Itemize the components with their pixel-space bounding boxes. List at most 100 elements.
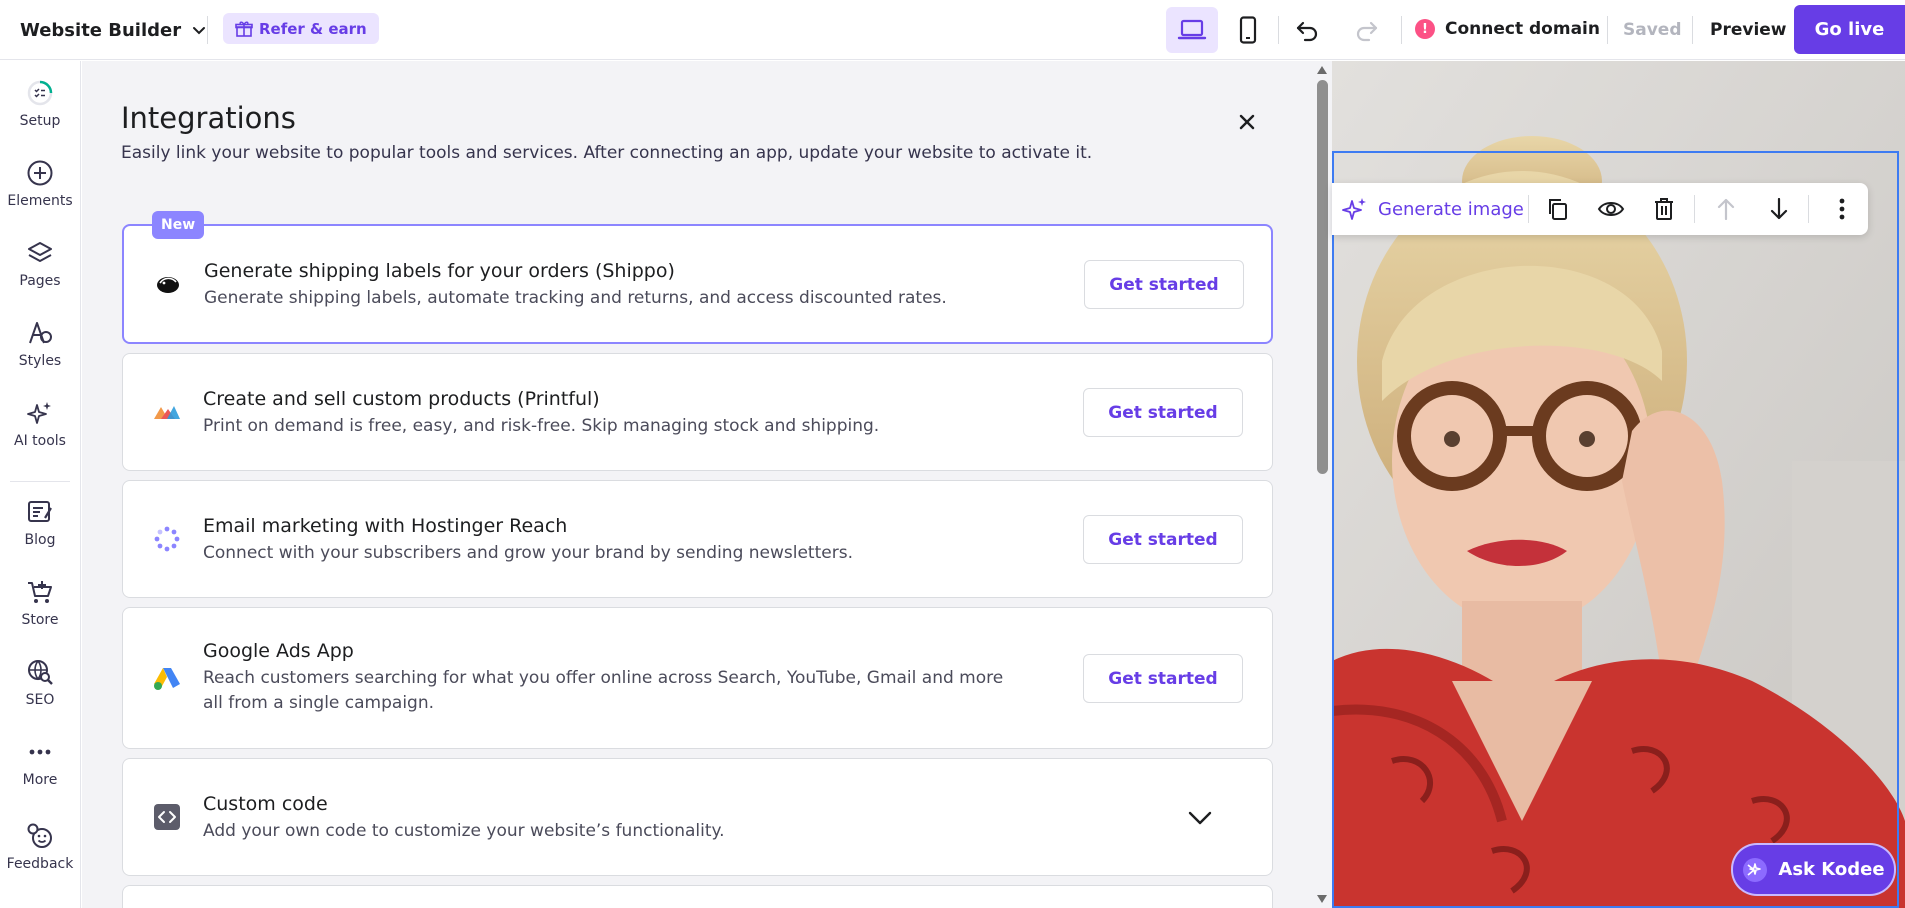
chevron-down-icon (193, 27, 206, 35)
card-description: Add your own code to customize your webs… (203, 821, 725, 841)
expand-button[interactable] (1185, 803, 1215, 833)
new-badge: New (152, 211, 205, 239)
arrow-down-icon (1770, 198, 1788, 220)
sidebar-divider (10, 481, 70, 482)
code-icon (153, 803, 181, 831)
sidebar-item-label: Setup (19, 113, 61, 129)
card-description: Generate shipping labels, automate track… (204, 288, 947, 308)
close-icon (1239, 114, 1255, 130)
sidebar-item-styles[interactable]: Styles (0, 319, 80, 369)
get-started-button[interactable]: Get started (1083, 654, 1243, 703)
sidebar-item-pages[interactable]: Pages (0, 239, 80, 289)
duplicate-button[interactable] (1542, 193, 1574, 225)
refer-earn-button[interactable]: Refer & earn (223, 13, 379, 44)
divider (1278, 16, 1279, 44)
undo-button[interactable] (1290, 13, 1324, 47)
plus-circle-icon (27, 160, 53, 186)
get-started-button[interactable]: Get started (1083, 515, 1243, 564)
sidebar-item-label: Store (21, 612, 59, 628)
generate-image-button[interactable]: Generate image (1342, 193, 1524, 225)
ask-kodee-button[interactable]: Ask Kodee (1733, 845, 1894, 894)
integration-card-printful: Create and sell custom products (Printfu… (122, 353, 1273, 471)
sidebar-item-setup[interactable]: Setup (0, 79, 80, 129)
trash-icon (1655, 198, 1673, 220)
sidebar-item-feedback[interactable]: Feedback (0, 822, 80, 872)
mobile-view-button[interactable] (1222, 7, 1274, 53)
card-description: Reach customers searching for what you o… (203, 668, 1004, 713)
card-title: Google Ads App (203, 640, 354, 662)
more-horizontal-icon (29, 749, 51, 755)
close-button[interactable] (1232, 107, 1262, 137)
kodee-sparkle-icon (1743, 857, 1768, 882)
saved-status: Saved (1623, 20, 1682, 40)
visibility-button[interactable] (1595, 193, 1627, 225)
more-vertical-icon (1839, 198, 1845, 220)
eye-icon (1597, 202, 1625, 216)
setup-progress-icon (27, 80, 53, 106)
top-bar: Website Builder Refer & earn ! Connect d… (0, 0, 1905, 60)
scroll-up-arrow[interactable] (1316, 64, 1328, 76)
sidebar-item-elements[interactable]: Elements (0, 159, 80, 209)
sidebar-item-label: Blog (24, 532, 56, 548)
scrollbar-thumb[interactable] (1317, 80, 1328, 474)
delete-button[interactable] (1648, 193, 1680, 225)
styles-icon (29, 322, 52, 344)
integration-card-custom-code[interactable]: Custom code Add your own code to customi… (122, 758, 1273, 876)
sparkles-icon (1342, 198, 1366, 220)
sidebar-item-ai-tools[interactable]: AI tools (0, 399, 80, 449)
get-started-button[interactable]: Get started (1084, 260, 1244, 309)
sidebar-item-seo[interactable]: SEO (0, 658, 80, 708)
toolbar-divider (1694, 195, 1695, 223)
integration-card-hostinger-reach: Email marketing with Hostinger Reach Con… (122, 480, 1273, 598)
integration-card-shippo: Generate shipping labels for your orders… (122, 224, 1273, 344)
card-title: Create and sell custom products (Printfu… (203, 388, 600, 410)
integration-card-next (122, 885, 1273, 908)
seo-icon (28, 660, 53, 685)
layers-icon (28, 242, 52, 262)
sidebar-item-label: Styles (18, 353, 62, 369)
toolbar-divider (1528, 195, 1529, 223)
redo-button[interactable] (1350, 13, 1384, 47)
generate-image-label: Generate image (1378, 198, 1524, 220)
go-live-button[interactable]: Go live (1794, 5, 1905, 54)
printful-icon (153, 398, 181, 426)
divider (1607, 16, 1608, 44)
sidebar-item-label: AI tools (14, 433, 66, 449)
left-sidebar: Setup Elements Pages Styles AI tools Blo… (0, 61, 81, 908)
more-options-button[interactable] (1826, 193, 1858, 225)
connect-domain-label: Connect domain (1445, 19, 1600, 39)
sidebar-item-label: Elements (7, 193, 73, 209)
refer-label: Refer & earn (259, 19, 367, 38)
sidebar-item-blog[interactable]: Blog (0, 498, 80, 548)
ask-kodee-label: Ask Kodee (1778, 859, 1885, 880)
google-ads-icon (153, 664, 181, 692)
move-up-button[interactable] (1710, 193, 1742, 225)
integration-card-google-ads: Google Ads App Reach customers searching… (122, 607, 1273, 749)
undo-icon (1296, 21, 1318, 42)
page-subtitle: Easily link your website to popular tool… (121, 143, 1093, 163)
card-description: Print on demand is free, easy, and risk-… (203, 416, 880, 436)
card-title: Custom code (203, 793, 328, 815)
copy-icon (1549, 199, 1567, 220)
sidebar-item-label: Feedback (6, 856, 74, 872)
move-down-button[interactable] (1763, 193, 1795, 225)
get-started-button[interactable]: Get started (1083, 388, 1243, 437)
connect-domain-button[interactable]: ! Connect domain (1415, 14, 1600, 44)
scroll-down-arrow[interactable] (1316, 893, 1328, 905)
sidebar-item-store[interactable]: Store (0, 578, 80, 628)
website-builder-menu[interactable]: Website Builder (20, 16, 207, 44)
preview-button[interactable]: Preview (1710, 16, 1787, 44)
sidebar-item-label: SEO (25, 692, 55, 708)
arrow-down-icon (1317, 895, 1327, 903)
feedback-icon (27, 823, 52, 848)
laptop-icon (1177, 19, 1207, 40)
cart-icon (28, 581, 52, 603)
toolbar-divider (1808, 195, 1809, 223)
sidebar-item-more[interactable]: More (0, 738, 80, 788)
reach-icon (153, 525, 181, 553)
sparkles-icon (27, 402, 51, 424)
sidebar-item-label: More (22, 772, 58, 788)
card-title: Generate shipping labels for your orders… (204, 260, 675, 282)
chevron-down-icon (1188, 811, 1212, 825)
desktop-view-button[interactable] (1166, 7, 1218, 53)
